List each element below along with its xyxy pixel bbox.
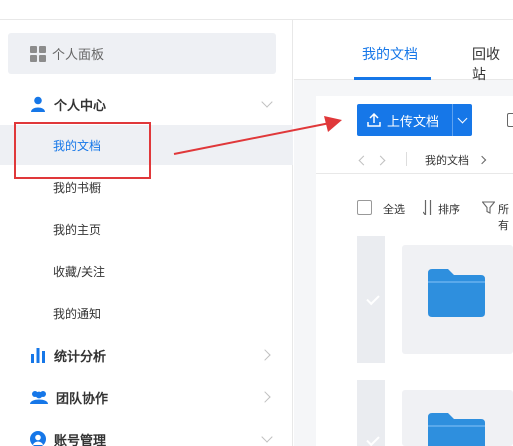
divider: [316, 173, 513, 174]
chevron-right-icon: [259, 349, 271, 361]
chevron-right-icon: [259, 391, 271, 403]
annotation-arrow-icon: [173, 116, 342, 155]
sort-icon: [423, 200, 432, 215]
sidebar-item-label: 个人面板: [52, 48, 105, 63]
filter-button[interactable]: 所有: [498, 201, 513, 233]
sidebar-group-label: 团队协作: [56, 391, 109, 407]
account-icon: [30, 431, 46, 446]
breadcrumb[interactable]: 我的文档: [425, 152, 469, 168]
tab-recycle-bin[interactable]: 回收站: [472, 44, 513, 84]
bar-chart-icon: [31, 348, 45, 363]
folder-icon: [428, 269, 485, 317]
divider: [406, 152, 407, 166]
select-all-label: 全选: [383, 203, 405, 216]
sidebar-group-team[interactable]: 团队协作: [0, 377, 293, 417]
sidebar-group-label: 统计分析: [54, 349, 107, 365]
chevron-down-icon: [261, 431, 273, 443]
upload-icon: [367, 113, 381, 127]
sidebar-group-label: 个人中心: [54, 98, 107, 114]
tab-my-docs[interactable]: 我的文档: [362, 44, 418, 64]
team-icon: [30, 391, 48, 404]
upload-document-button[interactable]: 上传文档: [357, 104, 453, 136]
tab-bar: 我的文档 回收站: [294, 20, 513, 83]
sidebar: 个人面板 个人中心 我的文档 我的书橱 我的主页 收藏/关注 我的通知 统计分析…: [0, 20, 293, 446]
folder-icon: [428, 413, 485, 446]
sidebar-item-my-homepage[interactable]: 我的主页: [0, 209, 293, 249]
more-icon[interactable]: [507, 113, 513, 127]
highlight-box: [14, 122, 151, 179]
chevron-down-icon: [261, 96, 273, 108]
sidebar-group-account[interactable]: 账号管理: [0, 419, 293, 446]
main-panel: 我的文档 回收站: [294, 20, 513, 446]
sidebar-item-panel[interactable]: 个人面板: [8, 33, 276, 74]
active-tab-indicator: [354, 77, 431, 80]
filter-icon: [482, 201, 495, 214]
sort-button[interactable]: 排序: [438, 201, 460, 217]
sidebar-item-notifications[interactable]: 我的通知: [0, 293, 293, 333]
select-all-checkbox[interactable]: [357, 200, 372, 215]
top-bar: [0, 0, 513, 20]
sidebar-item-favorites[interactable]: 收藏/关注: [0, 251, 293, 291]
user-icon: [31, 96, 45, 112]
upload-dropdown-button[interactable]: [452, 104, 472, 136]
sidebar-group-label: 账号管理: [54, 433, 107, 446]
grid-icon: [30, 45, 46, 62]
chevron-down-icon: [457, 113, 468, 123]
upload-button-label: 上传文档: [387, 114, 440, 130]
sidebar-group-stats[interactable]: 统计分析: [0, 335, 293, 375]
